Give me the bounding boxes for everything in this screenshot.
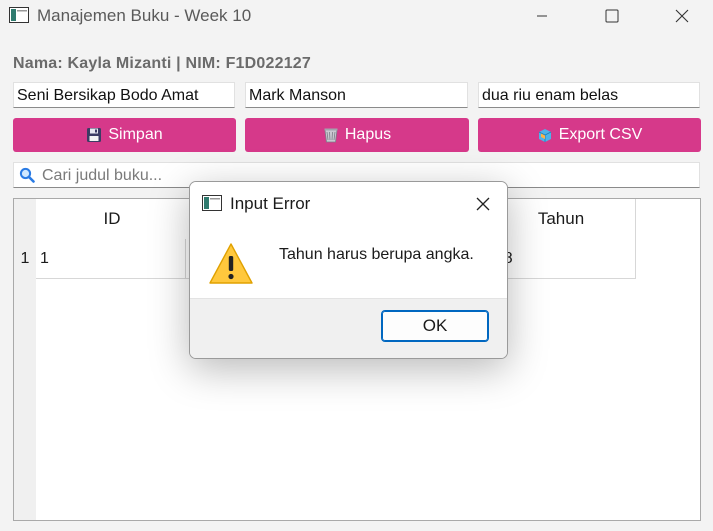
export-csv-label: Export CSV	[558, 126, 643, 143]
warning-icon	[208, 242, 254, 286]
dialog-title: Input Error	[230, 194, 311, 213]
dialog-message: Tahun harus berupa angka.	[279, 246, 474, 263]
ok-button[interactable]: OK	[381, 310, 489, 342]
search-input[interactable]: Cari judul buku...	[42, 167, 162, 185]
dialog-app-icon	[202, 195, 222, 211]
maximize-button[interactable]	[589, 0, 635, 32]
table-cell-id[interactable]: 1	[36, 239, 186, 279]
hapus-button[interactable]: Hapus	[245, 118, 469, 152]
minimize-button[interactable]	[519, 0, 565, 32]
dialog-close-button[interactable]	[472, 193, 494, 215]
hapus-label: Hapus	[344, 126, 392, 143]
simpan-button[interactable]: Simpan	[13, 118, 236, 152]
close-window-button[interactable]	[659, 0, 705, 32]
penulis-input[interactable]: Mark Manson	[245, 82, 468, 108]
maximize-icon	[605, 9, 619, 23]
table-corner	[14, 199, 36, 239]
floppy-disk-icon	[86, 127, 102, 143]
close-icon	[675, 9, 689, 23]
dialog-titlebar: Input Error	[190, 182, 507, 224]
judul-input[interactable]: Seni Bersikap Bodo Amat	[13, 82, 235, 108]
export-csv-button[interactable]: Export CSV	[478, 118, 701, 152]
minimize-icon	[537, 15, 547, 17]
window-titlebar: Manajemen Buku - Week 10	[0, 0, 713, 32]
tahun-input[interactable]: dua riu enam belas	[478, 82, 700, 108]
row-number[interactable]: 1	[14, 239, 36, 279]
simpan-label: Simpan	[108, 126, 163, 143]
close-icon	[476, 197, 490, 211]
column-header-id[interactable]: ID	[37, 199, 187, 239]
dialog-footer: OK	[190, 298, 507, 358]
column-header-tahun[interactable]: Tahun	[486, 199, 636, 239]
table-grid-line	[635, 199, 636, 279]
search-icon	[19, 167, 35, 183]
student-info-label: Nama: Kayla Mizanti | NIM: F1D022127	[13, 55, 311, 72]
app-window-icon	[9, 7, 29, 23]
row-header-column	[14, 239, 36, 520]
window-title: Manajemen Buku - Week 10	[37, 6, 252, 25]
input-error-dialog: Input Error Tahun harus berupa angka. OK	[189, 181, 508, 359]
box-icon	[537, 127, 553, 143]
table-cell-tahun[interactable]: 018	[486, 239, 636, 279]
trash-icon	[323, 127, 339, 143]
